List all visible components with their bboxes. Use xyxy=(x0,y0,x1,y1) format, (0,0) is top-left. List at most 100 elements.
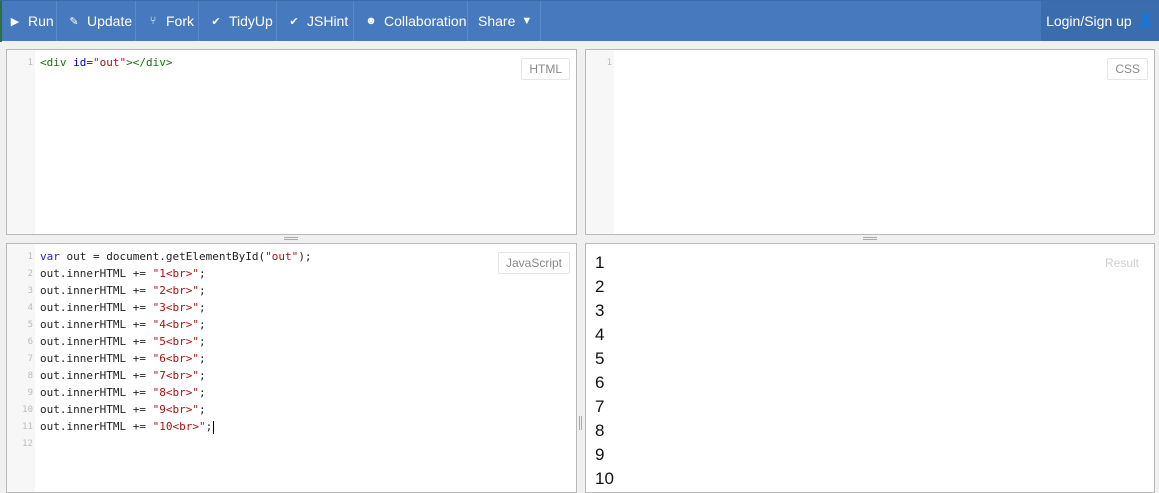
caret-down-icon: ▼ xyxy=(521,15,533,27)
code-line[interactable]: out.innerHTML += "5<br>"; xyxy=(40,335,206,348)
result-output-line: 3 xyxy=(595,301,605,320)
html-js-resize-handle[interactable] xyxy=(284,237,298,240)
js-code: out.innerHTML += xyxy=(40,403,153,416)
js-string: "8<br>" xyxy=(152,386,199,399)
html-attr-value: "out" xyxy=(93,56,127,69)
css-gutter xyxy=(586,50,614,234)
js-code: out.innerHTML += xyxy=(40,352,153,365)
result-output-line: 9 xyxy=(595,445,605,464)
tidyup-label: TidyUp xyxy=(229,13,273,29)
code-line[interactable]: var out = document.getElementById("out")… xyxy=(40,250,312,263)
line-number: 9 xyxy=(27,388,33,398)
js-string: "7<br>" xyxy=(152,369,199,382)
tidyup-button[interactable]: ✔ TidyUp xyxy=(199,1,277,41)
fork-button[interactable]: ⑂ Fork xyxy=(136,1,199,41)
js-string: "3<br>" xyxy=(152,301,199,314)
result-output-line: 10 xyxy=(595,469,614,488)
code-line[interactable]: out.innerHTML += "9<br>"; xyxy=(40,403,206,416)
column-resize-handle[interactable] xyxy=(579,416,582,430)
js-code: ); xyxy=(298,250,312,263)
js-string: "4<br>" xyxy=(152,318,199,331)
js-string: "2<br>" xyxy=(152,284,199,297)
line-number: 4 xyxy=(27,303,33,313)
code-line[interactable]: out.innerHTML += "6<br>"; xyxy=(40,352,206,365)
javascript-editor-panel[interactable]: 1 2 3 4 5 6 7 8 9 10 11 12 var out = document.getEl… xyxy=(6,243,577,493)
check-icon: ✔ xyxy=(289,15,299,28)
text-cursor xyxy=(213,420,215,434)
code-line[interactable]: out.innerHTML += "8<br>"; xyxy=(40,386,206,399)
js-gutter xyxy=(7,244,35,492)
js-code: ; xyxy=(205,420,213,433)
js-string: "6<br>" xyxy=(152,352,199,365)
code-line[interactable]: <div id="out"></div> xyxy=(40,56,172,69)
update-button[interactable]: ✎ Update xyxy=(57,1,136,41)
pencil-icon: ✎ xyxy=(69,15,79,28)
line-number: 2 xyxy=(27,269,33,279)
js-code: out.innerHTML += xyxy=(40,420,153,433)
js-code: ; xyxy=(198,386,206,399)
js-string: "9<br>" xyxy=(152,403,199,416)
html-tag-open: <div xyxy=(40,56,74,69)
collaboration-button[interactable]: ☻ Collaboration xyxy=(354,1,468,41)
login-label: Login/Sign up xyxy=(1046,13,1132,29)
css-editor-panel[interactable]: 1 CSS xyxy=(585,49,1155,235)
code-line[interactable]: out.innerHTML += "10<br>"; xyxy=(40,420,215,434)
css-result-resize-handle[interactable] xyxy=(863,237,877,240)
jshint-button[interactable]: ✔ JSHint xyxy=(277,1,354,41)
line-number: 1 xyxy=(27,252,33,262)
js-code: out.innerHTML += xyxy=(40,369,153,382)
code-line[interactable]: out.innerHTML += "1<br>"; xyxy=(40,267,206,280)
run-label: Run xyxy=(28,13,54,29)
result-panel-label: Result xyxy=(1104,256,1139,270)
result-output-line: 1 xyxy=(595,253,605,272)
code-line[interactable]: out.innerHTML += "4<br>"; xyxy=(40,318,206,331)
html-editor-panel[interactable]: 1 <div id="out"></div> HTML xyxy=(6,49,577,235)
result-output-line: 2 xyxy=(595,277,605,296)
html-gutter xyxy=(7,50,35,234)
run-button[interactable]: ▶ Run xyxy=(2,1,57,41)
result-output-line: 4 xyxy=(595,325,605,344)
line-number: 8 xyxy=(27,371,33,381)
js-string: "out" xyxy=(265,250,299,263)
line-number: 11 xyxy=(22,422,33,432)
js-code: ; xyxy=(198,267,206,280)
js-code: ; xyxy=(198,318,206,331)
js-string: "1<br>" xyxy=(152,267,199,280)
js-code: ; xyxy=(198,352,206,365)
js-string: "10<br>" xyxy=(152,420,206,433)
js-code: ; xyxy=(198,403,206,416)
collaboration-label: Collaboration xyxy=(384,13,467,29)
share-button[interactable]: Share ▼ xyxy=(468,1,541,41)
html-attr-name: id xyxy=(73,56,87,69)
line-number: 7 xyxy=(27,354,33,364)
js-code: out.innerHTML += xyxy=(40,267,153,280)
update-label: Update xyxy=(87,13,133,29)
js-code: out.innerHTML += xyxy=(40,386,153,399)
html-equals: = xyxy=(86,56,93,69)
js-code: out = document.getElementById( xyxy=(59,250,266,263)
line-number: 6 xyxy=(27,337,33,347)
line-number: 12 xyxy=(22,439,33,449)
result-output-line: 5 xyxy=(595,349,605,368)
users-icon: ☻ xyxy=(365,15,377,27)
line-number: 1 xyxy=(27,58,33,68)
js-keyword: var xyxy=(40,250,60,263)
code-line[interactable]: out.innerHTML += "2<br>"; xyxy=(40,284,206,297)
html-panel-label: HTML xyxy=(521,58,570,80)
html-tag-close: ></div> xyxy=(126,56,173,69)
fork-label: Fork xyxy=(166,13,194,29)
user-icon: 👤 xyxy=(1137,13,1154,28)
line-number: 10 xyxy=(22,405,33,415)
js-code: out.innerHTML += xyxy=(40,318,153,331)
brush-icon: ✔ xyxy=(211,15,221,28)
result-panel: Result 1 2 3 4 5 6 7 8 9 10 xyxy=(585,243,1155,493)
login-signup-button[interactable]: Login/Sign up 👤 xyxy=(1041,1,1159,41)
javascript-panel-label: JavaScript xyxy=(497,252,570,274)
js-code: ; xyxy=(198,284,206,297)
js-code: ; xyxy=(198,335,206,348)
code-line[interactable]: out.innerHTML += "7<br>"; xyxy=(40,369,206,382)
js-code: out.innerHTML += xyxy=(40,335,153,348)
line-number: 3 xyxy=(27,286,33,296)
js-code: ; xyxy=(198,301,206,314)
code-line[interactable]: out.innerHTML += "3<br>"; xyxy=(40,301,206,314)
